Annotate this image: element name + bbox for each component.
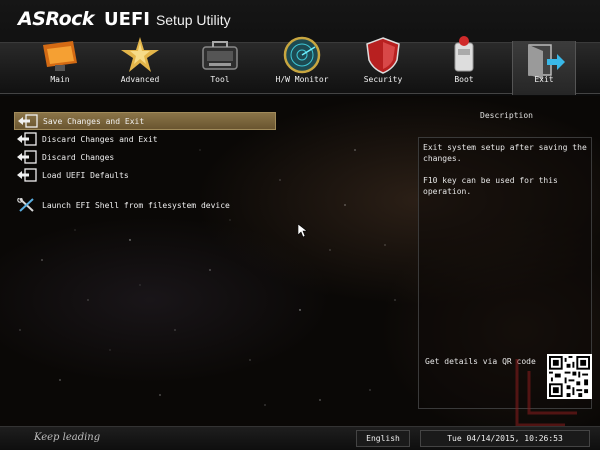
menu-item-label: Discard Changes (42, 152, 115, 162)
radar-icon (283, 36, 321, 74)
tab-label: Advanced (120, 75, 160, 84)
exit-arrow-icon (17, 150, 37, 164)
product-subtitle: Setup Utility (155, 12, 231, 28)
exit-arrow-icon (17, 168, 37, 182)
tab-label: Security (363, 75, 403, 84)
footer-bar: Keep leading English Tue 04/14/2015, 10:… (0, 426, 600, 450)
asrock-logo: ASRock (18, 8, 95, 30)
wrench-icon (17, 198, 34, 212)
boot-icon (454, 36, 474, 72)
advanced-icon (121, 37, 159, 72)
exit-arrow-icon (17, 132, 37, 146)
qr-label: Get details via QR code (425, 357, 536, 366)
tab-label: H/W Monitor (275, 75, 329, 84)
qr-code-icon (547, 354, 592, 399)
description-panel: Exit system setup after saving the chang… (418, 137, 592, 409)
tool-icon (202, 41, 238, 70)
tab-boot[interactable]: Boot (432, 35, 496, 95)
menu-item-load-uefi-defaults[interactable]: Load UEFI Defaults (14, 166, 276, 184)
menu-item-save-changes-and-exit[interactable]: Save Changes and Exit (14, 112, 276, 130)
tab-security[interactable]: Security (351, 35, 415, 95)
exit-arrow-icon (18, 114, 38, 128)
tab-hw-monitor[interactable]: H/W Monitor (270, 35, 334, 95)
tab-tool[interactable]: Tool (188, 35, 252, 95)
language-selector[interactable]: English (356, 430, 410, 447)
header-bar: ASRock UEFI Setup Utility Main Advanced (0, 0, 600, 96)
tab-label: Boot (454, 75, 474, 84)
menu-item-label: Discard Changes and Exit (42, 134, 158, 144)
tab-main[interactable]: Main (28, 35, 92, 95)
tab-advanced[interactable]: Advanced (108, 35, 172, 95)
tab-label: Exit (534, 75, 554, 84)
slogan: Keep leading (34, 432, 101, 443)
tab-exit[interactable]: Exit (512, 41, 576, 95)
main-icon (43, 41, 77, 71)
menu-item-discard-changes[interactable]: Discard Changes (14, 148, 276, 166)
menu-item-label: Load UEFI Defaults (42, 170, 129, 180)
tab-bar: Main Advanced Tool H/W Monitor Security … (0, 36, 600, 95)
brand: ASRock UEFI Setup Utility (18, 8, 231, 30)
description-text: Exit system setup after saving the chang… (423, 143, 587, 196)
menu-item-label: Launch EFI Shell from filesystem device (42, 200, 230, 210)
mouse-cursor-icon (298, 224, 308, 238)
tab-label: Tool (210, 75, 230, 84)
tab-label: Main (50, 75, 70, 84)
description-title: Description (480, 111, 533, 120)
menu-item-label: Save Changes and Exit (43, 116, 145, 126)
product-name: UEFI (104, 9, 150, 30)
menu-item-discard-changes-and-exit[interactable]: Discard Changes and Exit (14, 130, 276, 148)
date-time-display: Tue 04/14/2015, 10:26:53 (420, 430, 590, 447)
shield-icon (366, 37, 400, 74)
menu-item-launch-efi-shell[interactable]: Launch EFI Shell from filesystem device (14, 196, 276, 214)
